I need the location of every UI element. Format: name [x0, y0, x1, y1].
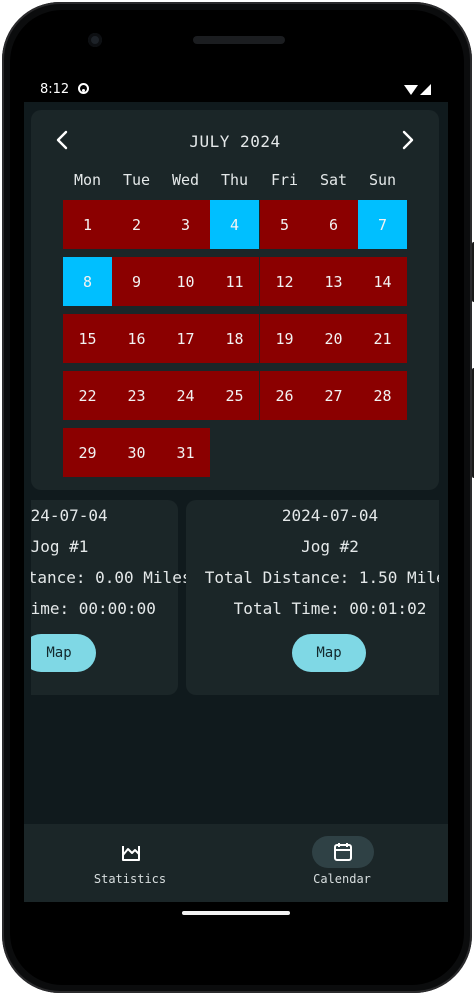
weekday-label: Wed: [171, 171, 200, 189]
chevron-right-icon: [402, 130, 414, 150]
nav-label: Calendar: [313, 872, 371, 886]
home-indicator[interactable]: [182, 911, 290, 915]
calendar-day[interactable]: 27: [309, 371, 358, 420]
wifi-icon: [404, 85, 418, 95]
jog-distance: Total Distance: 1.50 Miles: [204, 568, 439, 587]
calendar-day[interactable]: 12: [260, 257, 309, 306]
calendar-card: JULY 2024 Mon Tue Wed Thu Fri Sat Sun 12345678…: [31, 110, 439, 490]
calendar-icon: [334, 843, 352, 861]
calendar-day[interactable]: 24: [161, 371, 210, 420]
calendar-day[interactable]: 19: [260, 314, 309, 363]
app-screen: 8:12 JULY 2024 Mon Tue Wed Thu Fri Sat Sun 123…: [24, 78, 448, 902]
bottom-navigation: Statistics Calendar: [24, 824, 448, 902]
signal-icon: [420, 84, 431, 95]
weekday-label: Sat: [319, 171, 348, 189]
weekday-label: Fri: [270, 171, 299, 189]
map-button[interactable]: Map: [292, 634, 366, 672]
jog-name: Jog #1: [31, 537, 89, 556]
notification-icon: [78, 83, 89, 94]
calendar-day[interactable]: 23: [112, 371, 161, 420]
calendar-day[interactable]: 22: [63, 371, 112, 420]
calendar-day[interactable]: 20: [309, 314, 358, 363]
jog-time: Total Time: 00:01:02: [233, 599, 427, 618]
calendar-day[interactable]: 26: [260, 371, 309, 420]
calendar-day[interactable]: 29: [63, 428, 112, 477]
calendar-day[interactable]: 15: [63, 314, 112, 363]
jog-name: Jog #2: [301, 537, 359, 556]
jog-time: Total Time: 00:00:00: [31, 599, 156, 618]
calendar-day[interactable]: 30: [112, 428, 161, 477]
month-title: JULY 2024: [189, 132, 281, 151]
nav-calendar[interactable]: Calendar: [236, 824, 448, 902]
calendar-day[interactable]: 6: [309, 200, 358, 249]
front-camera: [88, 33, 102, 47]
jog-date: 2024-07-04: [31, 506, 108, 525]
calendar-day[interactable]: 10: [161, 257, 210, 306]
calendar-day[interactable]: 2: [112, 200, 161, 249]
jog-card[interactable]: 2024-07-04 Jog #1 Total Distance: 0.00 M…: [31, 500, 192, 695]
calendar-day[interactable]: 3: [161, 200, 210, 249]
next-month-button[interactable]: [395, 128, 419, 152]
jog-carousel[interactable]: 2024-07-04 Jog #1 Total Distance: 0.00 M…: [31, 500, 439, 695]
calendar-day[interactable]: 4: [210, 200, 259, 249]
calendar-day[interactable]: 28: [358, 371, 407, 420]
statistics-icon: [122, 846, 140, 861]
calendar-day[interactable]: 8: [63, 257, 112, 306]
calendar-day[interactable]: 31: [161, 428, 210, 477]
calendar-day[interactable]: 16: [112, 314, 161, 363]
status-bar: 8:12: [24, 78, 448, 102]
earpiece-speaker: [193, 36, 285, 44]
calendar-day[interactable]: 5: [260, 200, 309, 249]
jog-card[interactable]: 2024-07-04 Jog #2 Total Distance: 1.50 M…: [186, 500, 439, 695]
calendar-day[interactable]: 17: [161, 314, 210, 363]
calendar-day[interactable]: 14: [358, 257, 407, 306]
calendar-day[interactable]: 18: [210, 314, 259, 363]
status-time: 8:12: [40, 82, 70, 97]
weekday-label: Thu: [220, 171, 249, 189]
map-button[interactable]: Map: [31, 634, 96, 672]
calendar-day[interactable]: 1: [63, 200, 112, 249]
jog-distance: Total Distance: 0.00 Miles: [31, 568, 192, 587]
weekday-label: Sun: [368, 171, 397, 189]
jog-date: 2024-07-04: [281, 506, 379, 525]
nav-statistics[interactable]: Statistics: [24, 824, 236, 902]
nav-label: Statistics: [93, 872, 167, 886]
calendar-day[interactable]: 21: [358, 314, 407, 363]
calendar-day[interactable]: 13: [309, 257, 358, 306]
calendar-day[interactable]: 25: [210, 371, 259, 420]
weekday-label: Tue: [122, 171, 151, 189]
calendar-day[interactable]: 9: [112, 257, 161, 306]
weekday-label: Mon: [73, 171, 102, 189]
calendar-day[interactable]: 7: [358, 200, 407, 249]
calendar-day[interactable]: 11: [210, 257, 259, 306]
